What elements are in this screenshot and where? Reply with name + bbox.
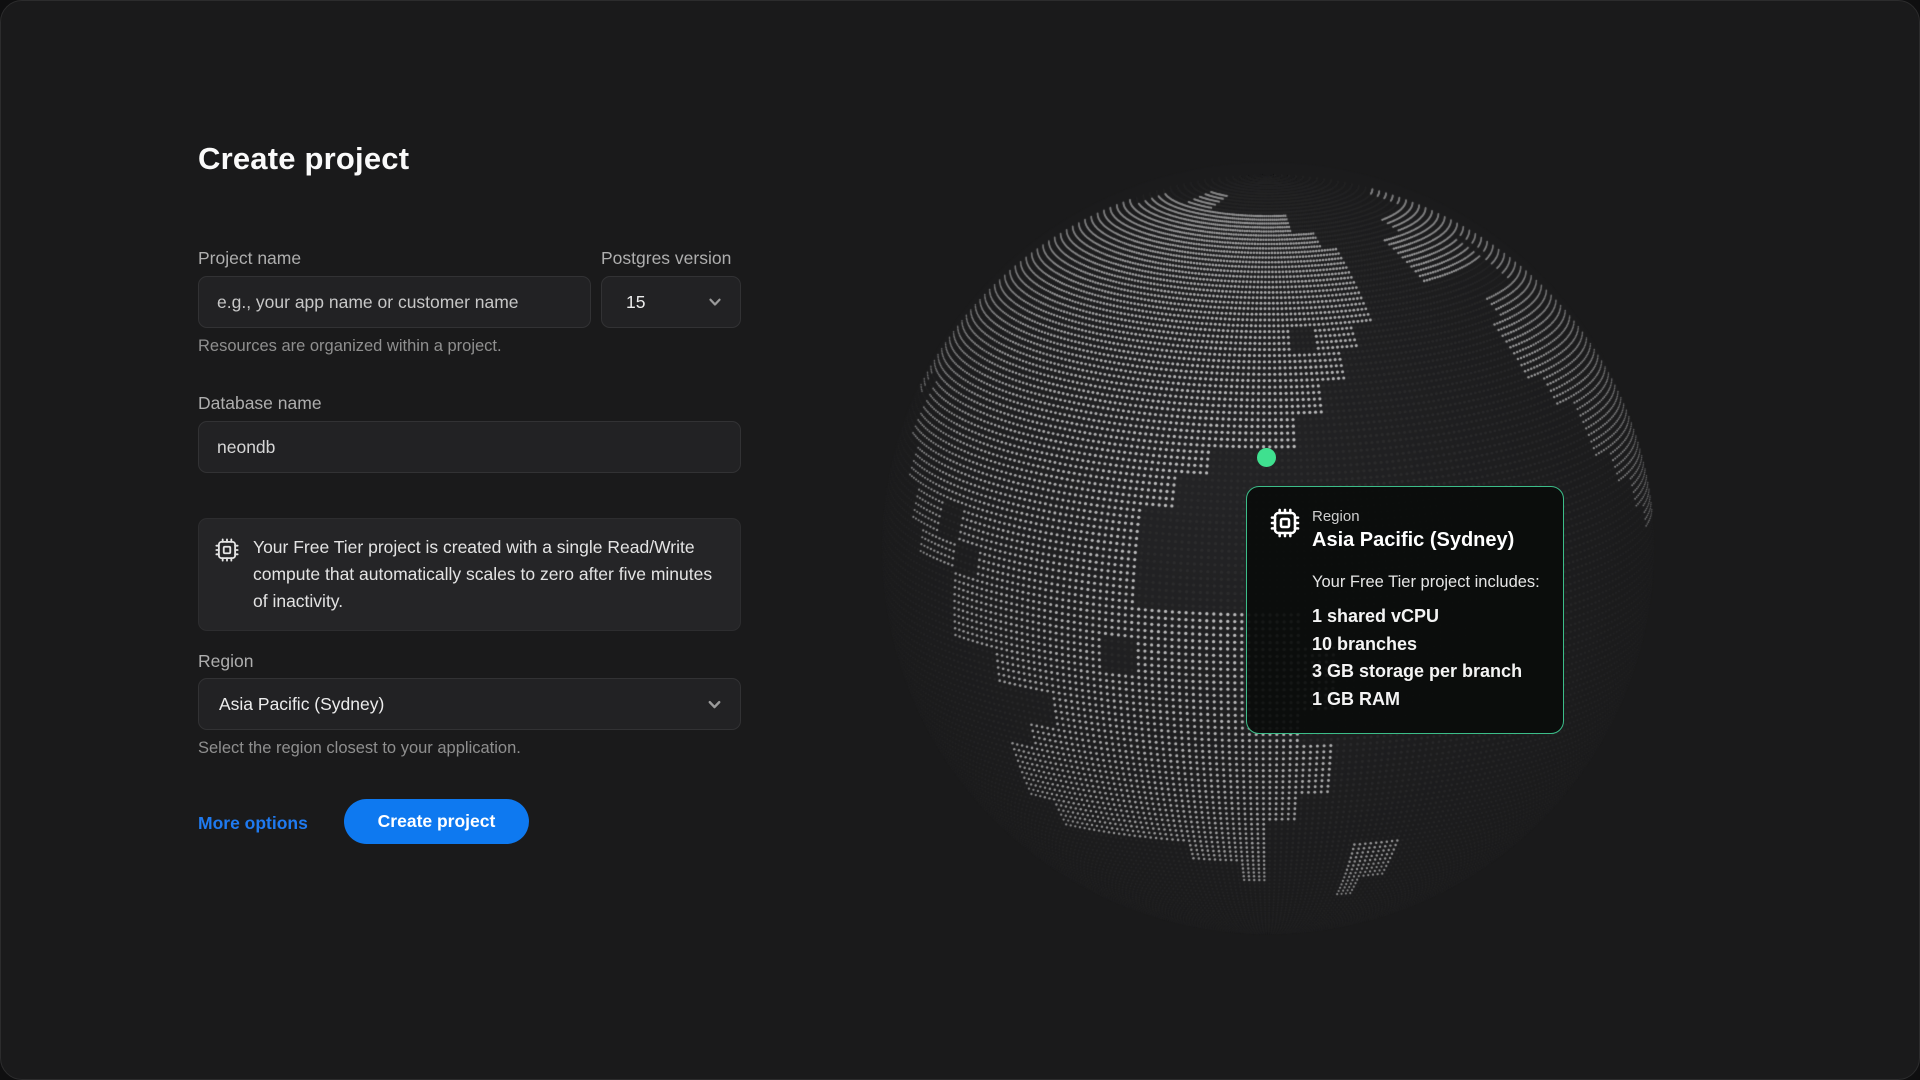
free-tier-infobox: Your Free Tier project is created with a… bbox=[198, 518, 741, 631]
region-tooltip-card: Region Asia Pacific (Sydney) Your Free T… bbox=[1246, 486, 1564, 734]
tooltip-region-value: Asia Pacific (Sydney) bbox=[1312, 529, 1514, 552]
tooltip-include-item: 1 shared vCPU bbox=[1312, 603, 1541, 631]
database-name-label: Database name bbox=[198, 393, 322, 414]
tooltip-includes-list: 1 shared vCPU 10 branches 3 GB storage p… bbox=[1312, 603, 1541, 713]
region-label: Region bbox=[198, 651, 253, 672]
tooltip-include-item: 10 branches bbox=[1312, 631, 1541, 659]
page-title: Create project bbox=[198, 141, 409, 177]
create-project-panel: Create project Project name Postgres ver… bbox=[0, 0, 1920, 1080]
chevron-down-icon bbox=[705, 695, 724, 714]
create-project-page: { "page": { "heading": "Create project" … bbox=[0, 0, 1920, 1080]
project-name-label: Project name bbox=[198, 248, 301, 269]
tooltip-region-label: Region bbox=[1312, 508, 1514, 525]
region-helper: Select the region closest to your applic… bbox=[198, 739, 521, 758]
project-name-input[interactable] bbox=[198, 276, 591, 328]
more-options-link[interactable]: More options bbox=[198, 813, 308, 834]
tooltip-includes-heading: Your Free Tier project includes: bbox=[1312, 573, 1541, 592]
project-name-helper: Resources are organized within a project… bbox=[198, 337, 502, 356]
tooltip-include-item: 3 GB storage per branch bbox=[1312, 658, 1541, 686]
postgres-version-label: Postgres version bbox=[601, 248, 731, 269]
database-name-input[interactable] bbox=[198, 421, 741, 473]
free-tier-note-text: Your Free Tier project is created with a… bbox=[253, 534, 718, 615]
region-select[interactable]: Asia Pacific (Sydney) bbox=[198, 678, 741, 730]
postgres-version-select[interactable]: 15 bbox=[601, 276, 741, 328]
cpu-chip-icon bbox=[1269, 507, 1301, 539]
tooltip-header-text: Region Asia Pacific (Sydney) bbox=[1312, 507, 1514, 552]
postgres-version-value: 15 bbox=[626, 292, 645, 313]
region-marker-dot bbox=[1257, 448, 1276, 467]
tooltip-include-item: 1 GB RAM bbox=[1312, 686, 1541, 714]
chevron-down-icon bbox=[706, 293, 724, 311]
region-select-value: Asia Pacific (Sydney) bbox=[219, 694, 384, 715]
create-project-button[interactable]: Create project bbox=[344, 799, 529, 844]
tooltip-header: Region Asia Pacific (Sydney) bbox=[1269, 507, 1541, 552]
tooltip-body: Your Free Tier project includes: 1 share… bbox=[1312, 573, 1541, 713]
cpu-chip-icon bbox=[214, 537, 240, 563]
